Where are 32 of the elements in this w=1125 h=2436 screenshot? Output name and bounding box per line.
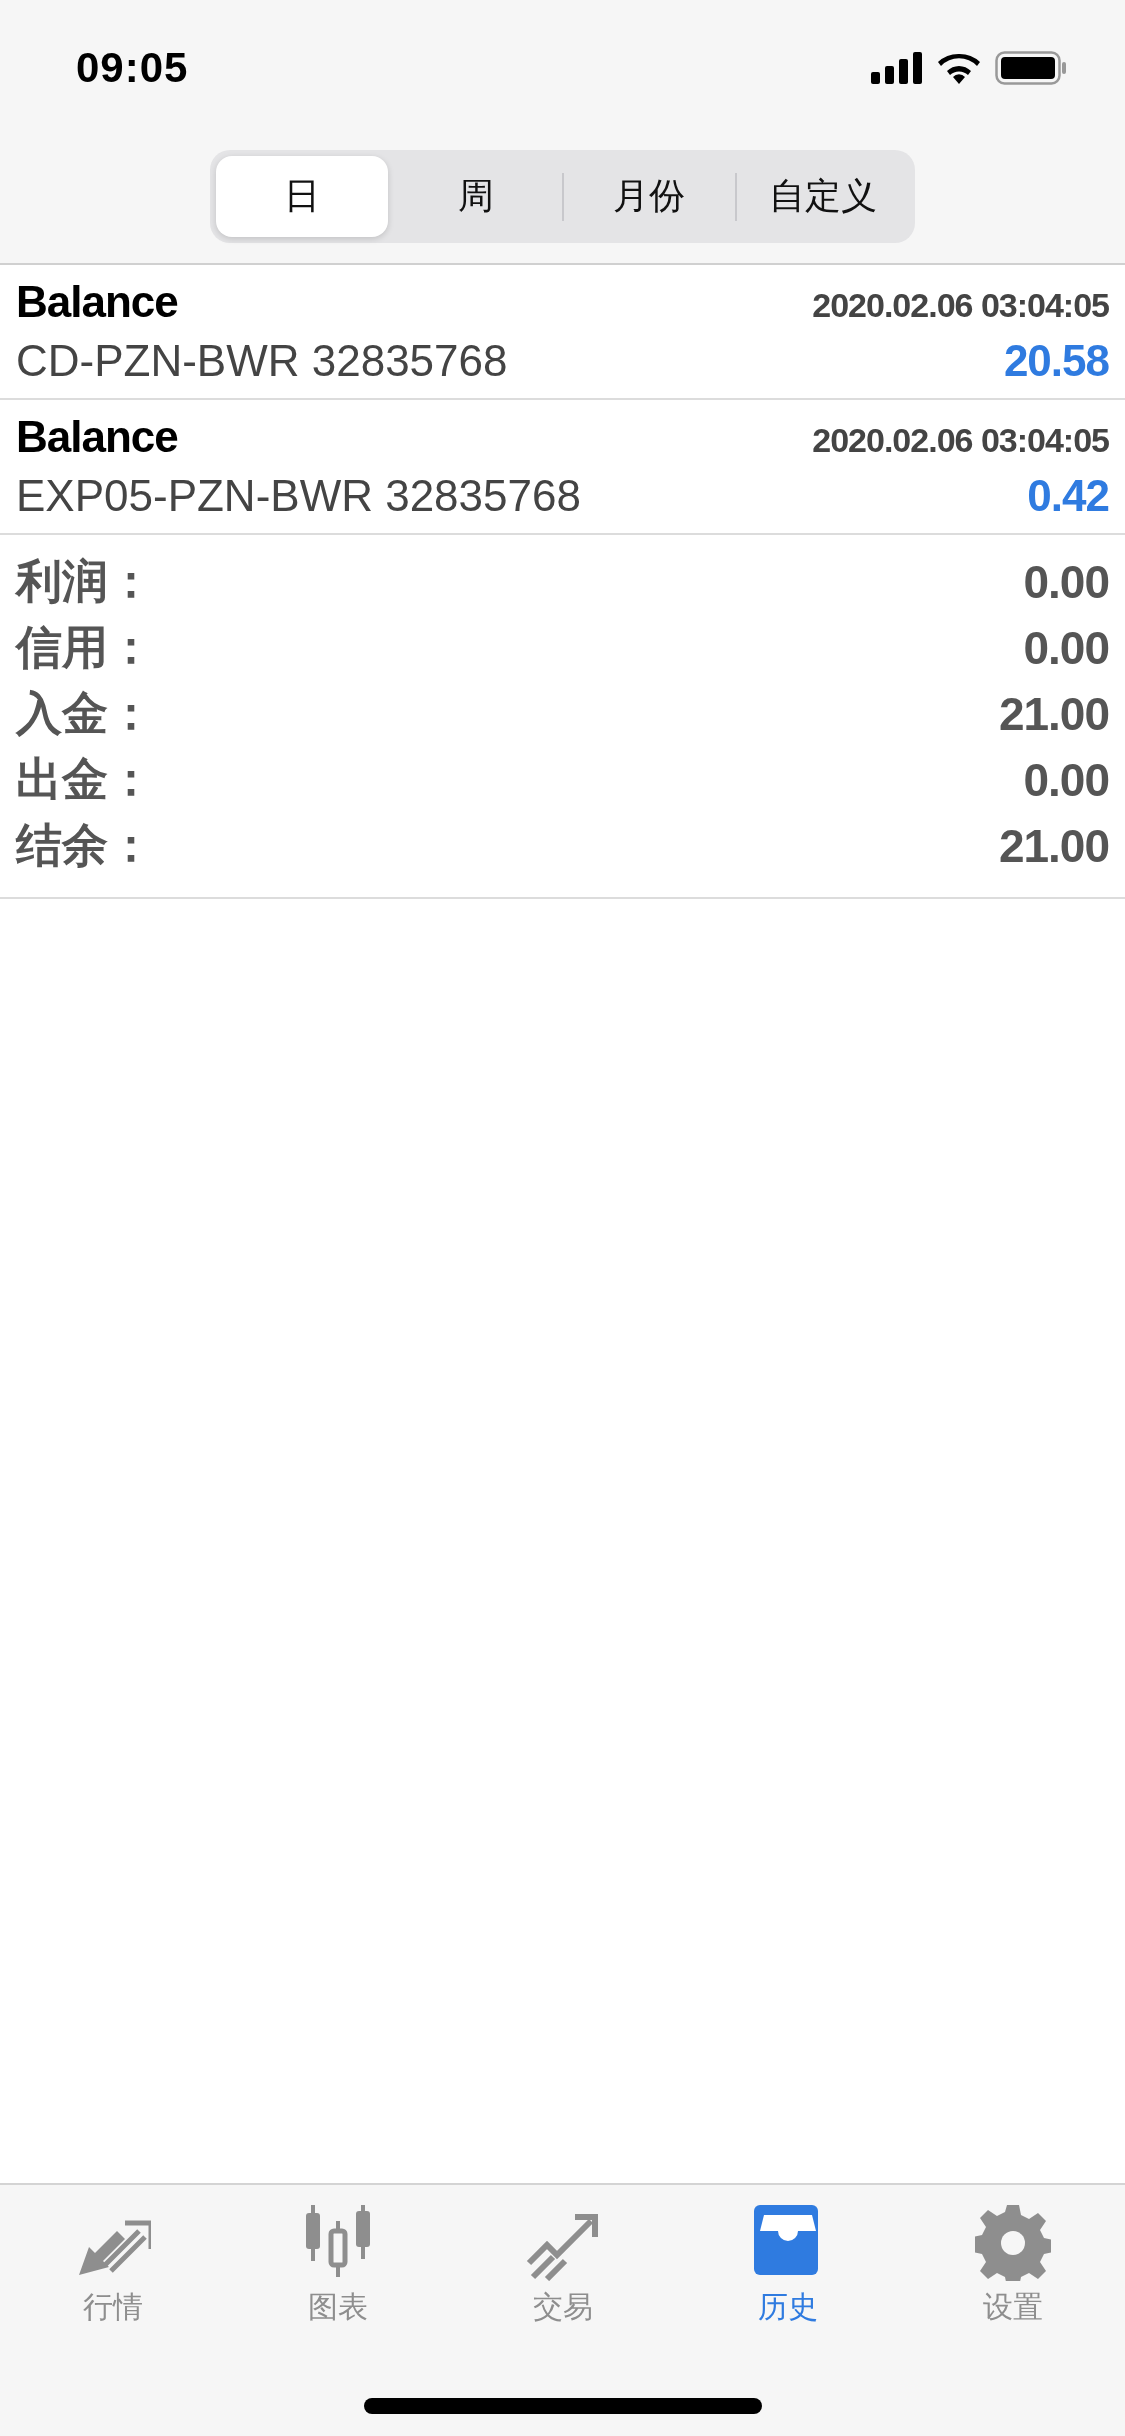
tab-bar-item[interactable]: 图表 (225, 2205, 450, 2328)
summary-value: 0.00 (1023, 555, 1109, 609)
segment-tab[interactable]: 周 (389, 156, 562, 237)
tab-bar-item[interactable]: 历史 (675, 2205, 900, 2328)
summary-label: 利润： (16, 554, 154, 609)
signal-icon (871, 51, 923, 84)
summary-value: 0.00 (1023, 753, 1109, 807)
entry-time: 2020.02.06 03:04:05 (812, 286, 1109, 326)
segment-tab[interactable]: 日 (216, 156, 388, 237)
entry-amount: 0.42 (1027, 470, 1109, 521)
summary-value: 21.00 (998, 687, 1109, 741)
summary-label: 信用： (16, 620, 154, 675)
summary-value: 21.00 (998, 819, 1109, 873)
battery-icon (995, 50, 1067, 85)
wifi-icon (937, 51, 981, 84)
entry-time: 2020.02.06 03:04:05 (812, 421, 1109, 461)
tab-bar-item[interactable]: 交易 (450, 2205, 675, 2328)
summary-value: 0.00 (1023, 621, 1109, 675)
entry-comment: EXP05-PZN-BWR 32835768 (16, 470, 581, 521)
summary-label: 结余： (16, 818, 154, 873)
summary-label: 入金： (16, 686, 154, 741)
segment-tab[interactable]: 自定义 (737, 156, 909, 237)
entry-type: Balance (16, 277, 178, 328)
settings-icon (974, 2205, 1051, 2281)
tab-bar-item[interactable]: 行情 (0, 2205, 225, 2328)
tab-bar-item[interactable]: 设置 (900, 2205, 1125, 2328)
segment-tab[interactable]: 月份 (563, 156, 736, 237)
entry-type: Balance (16, 412, 178, 463)
summary-label: 出金： (16, 752, 154, 807)
entry-amount: 20.58 (1003, 335, 1109, 386)
entry-comment: CD-PZN-BWR 32835768 (16, 335, 508, 386)
status-time: 09:05 (76, 43, 189, 92)
